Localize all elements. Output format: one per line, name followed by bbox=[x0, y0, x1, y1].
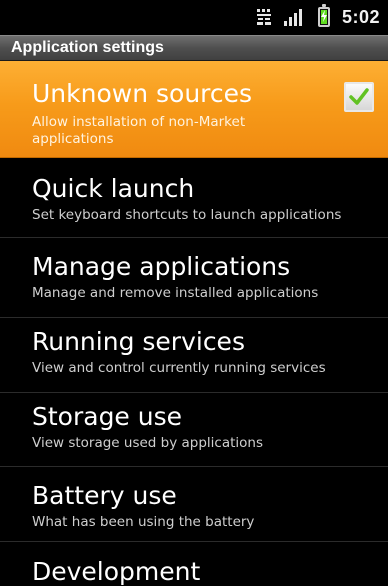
setting-summary: View storage used by applications bbox=[32, 435, 264, 451]
title-bar: Application settings bbox=[0, 35, 388, 61]
setting-summary: Set keyboard shortcuts to launch applica… bbox=[32, 207, 342, 223]
setting-summary: Manage and remove installed applications bbox=[32, 285, 319, 301]
setting-title: Battery use bbox=[32, 481, 177, 510]
signal-strength-icon bbox=[283, 8, 306, 26]
setting-summary: What has been using the battery bbox=[32, 514, 255, 530]
unknown-sources-checkbox[interactable] bbox=[344, 82, 374, 112]
data-network-icon bbox=[256, 8, 272, 26]
setting-manage-applications[interactable]: Manage applications Manage and remove in… bbox=[0, 238, 388, 318]
setting-unknown-sources[interactable]: Unknown sources Allow installation of no… bbox=[0, 61, 388, 158]
setting-storage-use[interactable]: Storage use View storage used by applica… bbox=[0, 393, 388, 467]
setting-title: Manage applications bbox=[32, 252, 291, 281]
setting-battery-use[interactable]: Battery use What has been using the batt… bbox=[0, 467, 388, 542]
page-title: Application settings bbox=[11, 39, 164, 56]
setting-development[interactable]: Development bbox=[0, 542, 388, 586]
setting-summary: View and control currently running servi… bbox=[32, 360, 326, 376]
setting-quick-launch[interactable]: Quick launch Set keyboard shortcuts to l… bbox=[0, 158, 388, 238]
setting-summary: Allow installation of non-Market applica… bbox=[32, 114, 246, 147]
setting-title: Storage use bbox=[32, 402, 183, 431]
clock: 5:02 bbox=[341, 6, 380, 27]
setting-title: Running services bbox=[32, 327, 245, 356]
setting-title: Development bbox=[32, 557, 201, 586]
setting-title: Quick launch bbox=[32, 174, 195, 203]
setting-running-services[interactable]: Running services View and control curren… bbox=[0, 318, 388, 393]
setting-title: Unknown sources bbox=[32, 79, 253, 108]
battery-charging-icon bbox=[317, 4, 330, 27]
status-bar: 5:02 bbox=[0, 0, 388, 34]
